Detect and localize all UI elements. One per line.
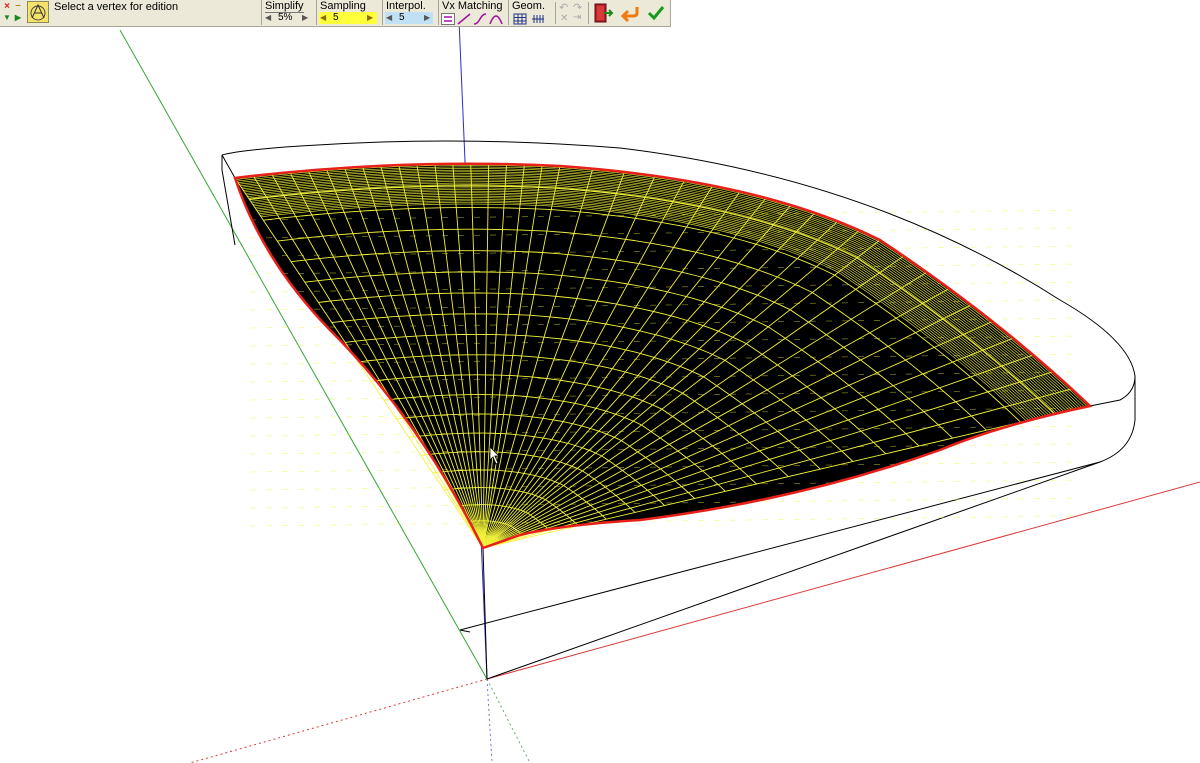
vx-matching-field: Vx Matching xyxy=(438,0,504,25)
geom-field: Geom. xyxy=(508,0,552,25)
triangle-right-icon[interactable]: ▶ xyxy=(13,13,23,23)
vertex-tool-icon[interactable] xyxy=(27,1,49,23)
decrease-icon[interactable]: ◀ xyxy=(386,12,392,24)
decrease-icon[interactable]: ◀ xyxy=(320,12,326,24)
clear-icon[interactable]: ✕ xyxy=(560,13,568,24)
increase-icon[interactable]: ▶ xyxy=(302,12,308,24)
interpol-field[interactable]: Interpol. ◀ 5 ▶ xyxy=(382,0,434,25)
interpol-value: 5 xyxy=(399,12,405,23)
simplify-spinner[interactable]: ◀ 5% ▶ xyxy=(264,12,310,24)
vx-matching-label: Vx Matching xyxy=(442,0,503,12)
status-message: Select a vertex for edition xyxy=(54,1,179,13)
toolbar: × – ▼ ▶ Select a vertex for edition Simp… xyxy=(0,0,671,27)
arc-match-icon[interactable] xyxy=(489,13,503,25)
grid-icon[interactable] xyxy=(513,13,527,25)
geom-label: Geom. xyxy=(512,0,546,12)
sampling-value: 5 xyxy=(333,12,339,23)
exit-door-icon[interactable] xyxy=(592,2,614,24)
triangle-down-icon[interactable]: ▼ xyxy=(2,13,12,23)
decrease-icon[interactable]: ◀ xyxy=(265,12,271,24)
increase-icon[interactable]: ▶ xyxy=(367,12,373,24)
line-match-icon[interactable] xyxy=(457,13,471,25)
checkmark-icon[interactable] xyxy=(645,2,667,24)
equal-lines-icon[interactable] xyxy=(441,13,455,25)
return-arrow-icon[interactable] xyxy=(619,2,641,24)
sampling-spinner[interactable]: ◀ 5 ▶ xyxy=(319,12,377,24)
increase-icon[interactable]: ▶ xyxy=(424,12,430,24)
minus-icon[interactable]: – xyxy=(13,1,23,11)
blue-axis-hidden xyxy=(486,678,493,763)
3d-viewport[interactable] xyxy=(0,0,1200,763)
interpol-spinner[interactable]: ◀ 5 ▶ xyxy=(385,12,433,24)
green-axis-hidden xyxy=(486,678,531,763)
red-axis-hidden xyxy=(189,678,488,763)
sampling-field[interactable]: Sampling ◀ 5 ▶ xyxy=(316,0,378,25)
separator xyxy=(588,2,589,24)
s-curve-match-icon[interactable] xyxy=(473,13,487,25)
simplify-field[interactable]: Simplify ◀ 5% ▶ xyxy=(261,0,313,25)
hash-lines-icon[interactable] xyxy=(531,13,545,25)
separator xyxy=(555,2,556,24)
skip-end-icon[interactable]: ⇥ xyxy=(573,12,581,23)
cancel-icon[interactable]: × xyxy=(2,2,12,12)
simplify-value: 5% xyxy=(278,12,293,23)
